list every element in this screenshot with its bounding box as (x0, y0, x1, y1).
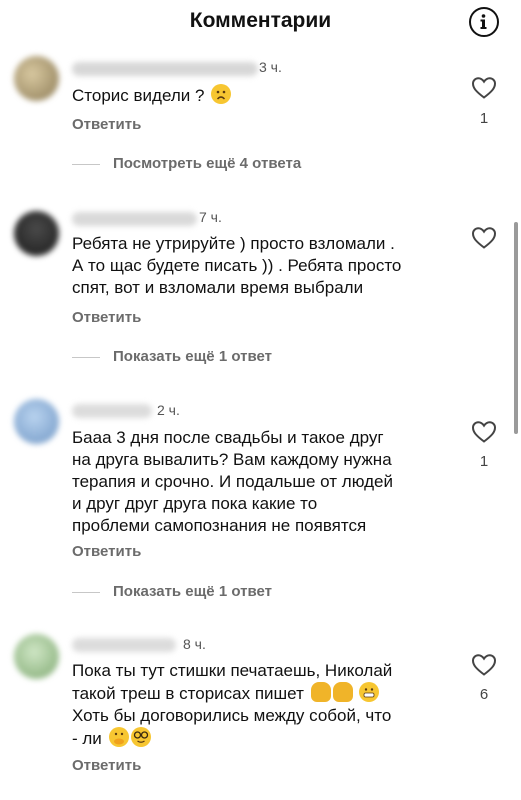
view-replies-label: Показать ещё 1 ответ (113, 583, 272, 600)
heart-icon[interactable] (471, 76, 497, 100)
comment-text-line: Бааа 3 дня после свадьбы и такое друг (72, 428, 384, 447)
username[interactable] (72, 62, 258, 76)
heart-icon[interactable] (471, 653, 497, 677)
username[interactable] (72, 638, 176, 652)
face-with-hand-over-mouth-icon (108, 727, 129, 747)
comment-text-fragment: - ли (72, 729, 102, 748)
view-replies-button[interactable]: Посмотреть ещё 4 ответа (72, 155, 372, 175)
comment-text-line: Сторис видели ? (72, 86, 205, 105)
heart-icon[interactable] (471, 420, 497, 444)
comment-text-line: такой треш в сторисах пишет (72, 682, 462, 705)
like-count: 1 (479, 110, 489, 127)
nerd-face-icon (130, 727, 151, 747)
avatar[interactable] (14, 56, 59, 101)
comment-text-line: проблеми самопознания не появятся (72, 516, 367, 535)
page-title: Комментарии (189, 9, 332, 32)
like-count: 1 (479, 453, 489, 470)
comment-text-line: терапия и срочно. И подальше от людей (72, 472, 393, 491)
divider (72, 357, 100, 358)
comment-text-line: А то щас будете писать )) . Ребята прост… (72, 256, 402, 275)
divider (72, 164, 100, 165)
reply-button[interactable]: Ответить (72, 116, 141, 133)
avatar[interactable] (14, 634, 59, 679)
comment-text-line: - ли (72, 727, 462, 750)
comment-text-line: Ребята не утрируйте ) просто взломали . (72, 234, 395, 253)
view-replies-button[interactable]: Показать ещё 1 ответ (72, 583, 372, 603)
reply-button[interactable]: Ответить (72, 309, 141, 326)
grimacing-face-icon (359, 682, 380, 702)
view-replies-label: Посмотреть ещё 4 ответа (113, 155, 302, 172)
comment-text: Ребята не утрируйте ) просто взломали . … (72, 233, 462, 299)
like-count: 6 (479, 686, 489, 703)
comment-text-line: Хоть бы договорились между собой, что (72, 706, 392, 725)
view-replies-label: Показать ещё 1 ответ (113, 348, 272, 365)
comment-text-line: спят, вот и взломали время выбрали (72, 278, 364, 297)
username[interactable] (72, 404, 152, 418)
facepalm-woman-icon (332, 682, 353, 702)
avatar[interactable] (14, 399, 59, 444)
facepalm-woman-icon (310, 682, 331, 702)
scrollbar[interactable] (514, 222, 518, 434)
view-replies-button[interactable]: Показать ещё 1 ответ (72, 348, 372, 368)
comment-text: Сторис видели ? (72, 84, 462, 107)
comment-time: 2 ч. (157, 402, 180, 418)
comment-text: Пока ты тут стишки печатаешь, Николай та… (72, 660, 462, 750)
comment-time: 8 ч. (183, 636, 206, 652)
heart-icon[interactable] (471, 226, 497, 250)
comment-text-line: на друга вывалить? Вам каждому нужна (72, 450, 392, 469)
header: Комментарии (0, 0, 521, 44)
comment-text-line: и друг друг друга пока какие то (72, 494, 318, 513)
comment-text: Бааа 3 дня после свадьбы и такое друг на… (72, 427, 462, 537)
comment-time: 3 ч. (259, 59, 282, 75)
reply-button[interactable]: Ответить (72, 543, 141, 560)
username[interactable] (72, 212, 197, 226)
divider (72, 592, 100, 593)
comment-time: 7 ч. (199, 209, 222, 225)
worried-face-icon (211, 84, 232, 104)
info-icon[interactable] (469, 7, 499, 37)
comment-text-line: Пока ты тут стишки печатаешь, Николай (72, 661, 393, 680)
reply-button[interactable]: Ответить (72, 757, 141, 774)
avatar[interactable] (14, 211, 59, 256)
comment-text-fragment: такой треш в сторисах пишет (72, 684, 304, 703)
